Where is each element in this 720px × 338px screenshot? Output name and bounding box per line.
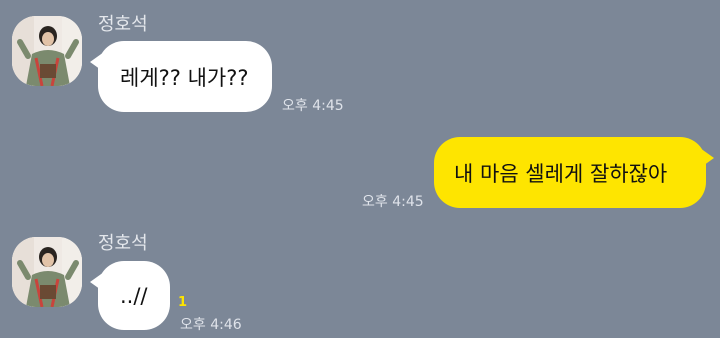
profile-photo-icon bbox=[12, 16, 82, 86]
message-text: 내 마음 셀레게 잘하잖아 bbox=[454, 161, 668, 186]
message-text: 레게?? 내가?? bbox=[120, 65, 249, 90]
unread-count: 1 bbox=[178, 295, 188, 310]
timestamp: 오후 4:46 bbox=[180, 317, 242, 333]
message-bubble[interactable]: 내 마음 셀레게 잘하잖아 bbox=[434, 137, 706, 208]
avatar[interactable] bbox=[12, 237, 82, 307]
message-bubble[interactable]: ..// bbox=[98, 261, 170, 330]
timestamp: 오후 4:45 bbox=[282, 98, 344, 114]
message-bubble[interactable]: 레게?? 내가?? bbox=[98, 41, 272, 112]
sender-name: 정호석 bbox=[98, 233, 148, 254]
bubble-tail bbox=[700, 148, 714, 168]
message-text: ..// bbox=[120, 283, 148, 308]
profile-photo-icon bbox=[12, 237, 82, 307]
avatar[interactable] bbox=[12, 16, 82, 86]
timestamp: 오후 4:45 bbox=[362, 194, 424, 210]
sender-name: 정호석 bbox=[98, 14, 148, 35]
